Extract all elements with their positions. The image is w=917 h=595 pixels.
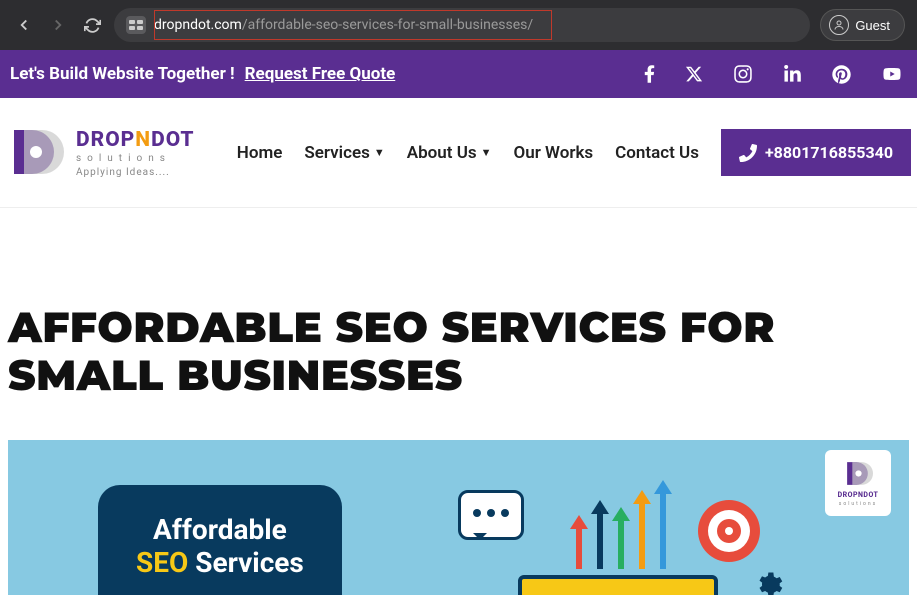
nav-home[interactable]: Home	[237, 143, 283, 163]
nav-services[interactable]: Services ▼	[304, 143, 384, 163]
chevron-down-icon: ▼	[374, 146, 385, 159]
forward-button[interactable]	[46, 13, 70, 37]
main-navigation: DROPNDOT solutions Applying Ideas.... Ho…	[0, 98, 917, 208]
phone-icon	[739, 144, 757, 162]
nav-works[interactable]: Our Works	[513, 143, 593, 163]
url-path: /affordable-seo-services-for-small-busin…	[242, 17, 533, 33]
guest-profile-button[interactable]: Guest	[820, 9, 905, 41]
hero-banner: DROPNDOT solutions Affordable SEO Servic…	[8, 440, 909, 595]
logo-title: DROPNDOT	[76, 128, 195, 152]
chat-bubble-icon	[458, 490, 524, 540]
url-text: dropndot.com/affordable-seo-services-for…	[154, 17, 533, 33]
promo-line1: Affordable	[136, 513, 304, 546]
logo-subtitle: solutions	[76, 153, 195, 164]
pinterest-icon[interactable]	[832, 65, 851, 84]
instagram-icon[interactable]	[733, 64, 753, 84]
facebook-icon[interactable]	[644, 64, 655, 84]
nav-about[interactable]: About Us ▼	[407, 143, 492, 163]
announcement-text: Let's Build Website Together ! Request F…	[10, 64, 395, 84]
page-title: AFFORDABLE SEO SERVICES FOR SMALL BUSINE…	[8, 303, 909, 400]
guest-label: Guest	[855, 18, 890, 33]
phone-button[interactable]: +8801716855340	[721, 129, 911, 176]
guest-avatar-icon	[829, 15, 849, 35]
gear-icon	[753, 570, 783, 595]
url-domain: dropndot.com	[154, 17, 242, 33]
youtube-icon[interactable]	[881, 66, 903, 82]
announcement-bar: Let's Build Website Together ! Request F…	[0, 50, 917, 98]
promo-line2: SEO Services	[136, 546, 304, 579]
logo[interactable]: DROPNDOT solutions Applying Ideas....	[6, 124, 195, 182]
address-bar[interactable]: dropndot.com/affordable-seo-services-for…	[114, 8, 810, 42]
chevron-down-icon: ▼	[481, 146, 492, 159]
request-quote-link[interactable]: Request Free Quote	[245, 64, 396, 84]
site-settings-icon[interactable]	[126, 16, 146, 34]
nav-contact[interactable]: Contact Us	[615, 143, 699, 163]
logo-text: DROPNDOT solutions Applying Ideas....	[76, 128, 195, 178]
x-twitter-icon[interactable]	[685, 65, 703, 83]
target-icon	[698, 500, 760, 562]
logo-tagline: Applying Ideas....	[76, 167, 195, 178]
logo-mark	[6, 124, 64, 182]
browser-toolbar: dropndot.com/affordable-seo-services-for…	[0, 0, 917, 50]
promo-card: Affordable SEO Services	[98, 485, 342, 595]
tagline-text: Let's Build Website Together !	[10, 64, 235, 84]
arrows-up-icon	[570, 480, 672, 569]
back-button[interactable]	[12, 13, 36, 37]
linkedin-icon[interactable]	[783, 65, 802, 84]
hero-graphics: AFFORDABLE	[428, 480, 848, 595]
reload-button[interactable]	[80, 13, 104, 37]
phone-number: +8801716855340	[765, 143, 893, 162]
nav-links: Home Services ▼ About Us ▼ Our Works Con…	[237, 129, 911, 176]
social-icons	[644, 64, 903, 84]
